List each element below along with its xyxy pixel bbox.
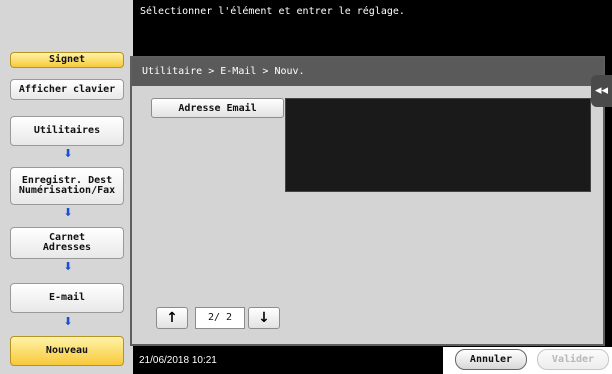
step-carnet-adresses[interactable]: Carnet Adresses — [10, 227, 124, 259]
top-message-bar: Sélectionner l'élément et entrer le régl… — [133, 0, 612, 40]
step-utilitaires[interactable]: Utilitaires — [10, 116, 124, 146]
arrow-down-icon: ⬇ — [63, 206, 73, 219]
step-enregistr-dest[interactable]: Enregistr. Dest Numérisation/Fax — [10, 167, 124, 205]
validate-button[interactable]: Valider — [537, 349, 609, 370]
email-address-button[interactable]: Adresse Email — [151, 98, 284, 118]
arrow-down-icon: ⬇ — [63, 315, 73, 328]
instruction-text: Sélectionner l'élément et entrer le régl… — [140, 6, 405, 17]
page-down-button[interactable]: ↓ — [248, 307, 280, 329]
arrow-down-icon: ⬇ — [63, 260, 73, 273]
email-address-field[interactable] — [285, 98, 591, 192]
page-up-button[interactable]: ↑ — [156, 307, 188, 329]
breadcrumb-text: Utilitaire > E-Mail > Nouv. — [142, 66, 305, 77]
afficher-clavier-button[interactable]: Afficher clavier — [10, 79, 124, 100]
arrow-down-icon: ⬇ — [63, 147, 73, 160]
step-email[interactable]: E-mail — [10, 283, 124, 313]
breadcrumb: Utilitaire > E-Mail > Nouv. — [132, 58, 603, 86]
cancel-button[interactable]: Annuler — [455, 349, 527, 370]
step-nouveau[interactable]: Nouveau — [10, 336, 124, 366]
page-indicator: 2/ 2 — [195, 307, 245, 329]
signet-button[interactable]: Signet — [10, 52, 124, 68]
datetime: 21/06/2018 10:21 — [139, 355, 217, 366]
back-tab-icon[interactable]: ◂◂ — [591, 75, 612, 107]
